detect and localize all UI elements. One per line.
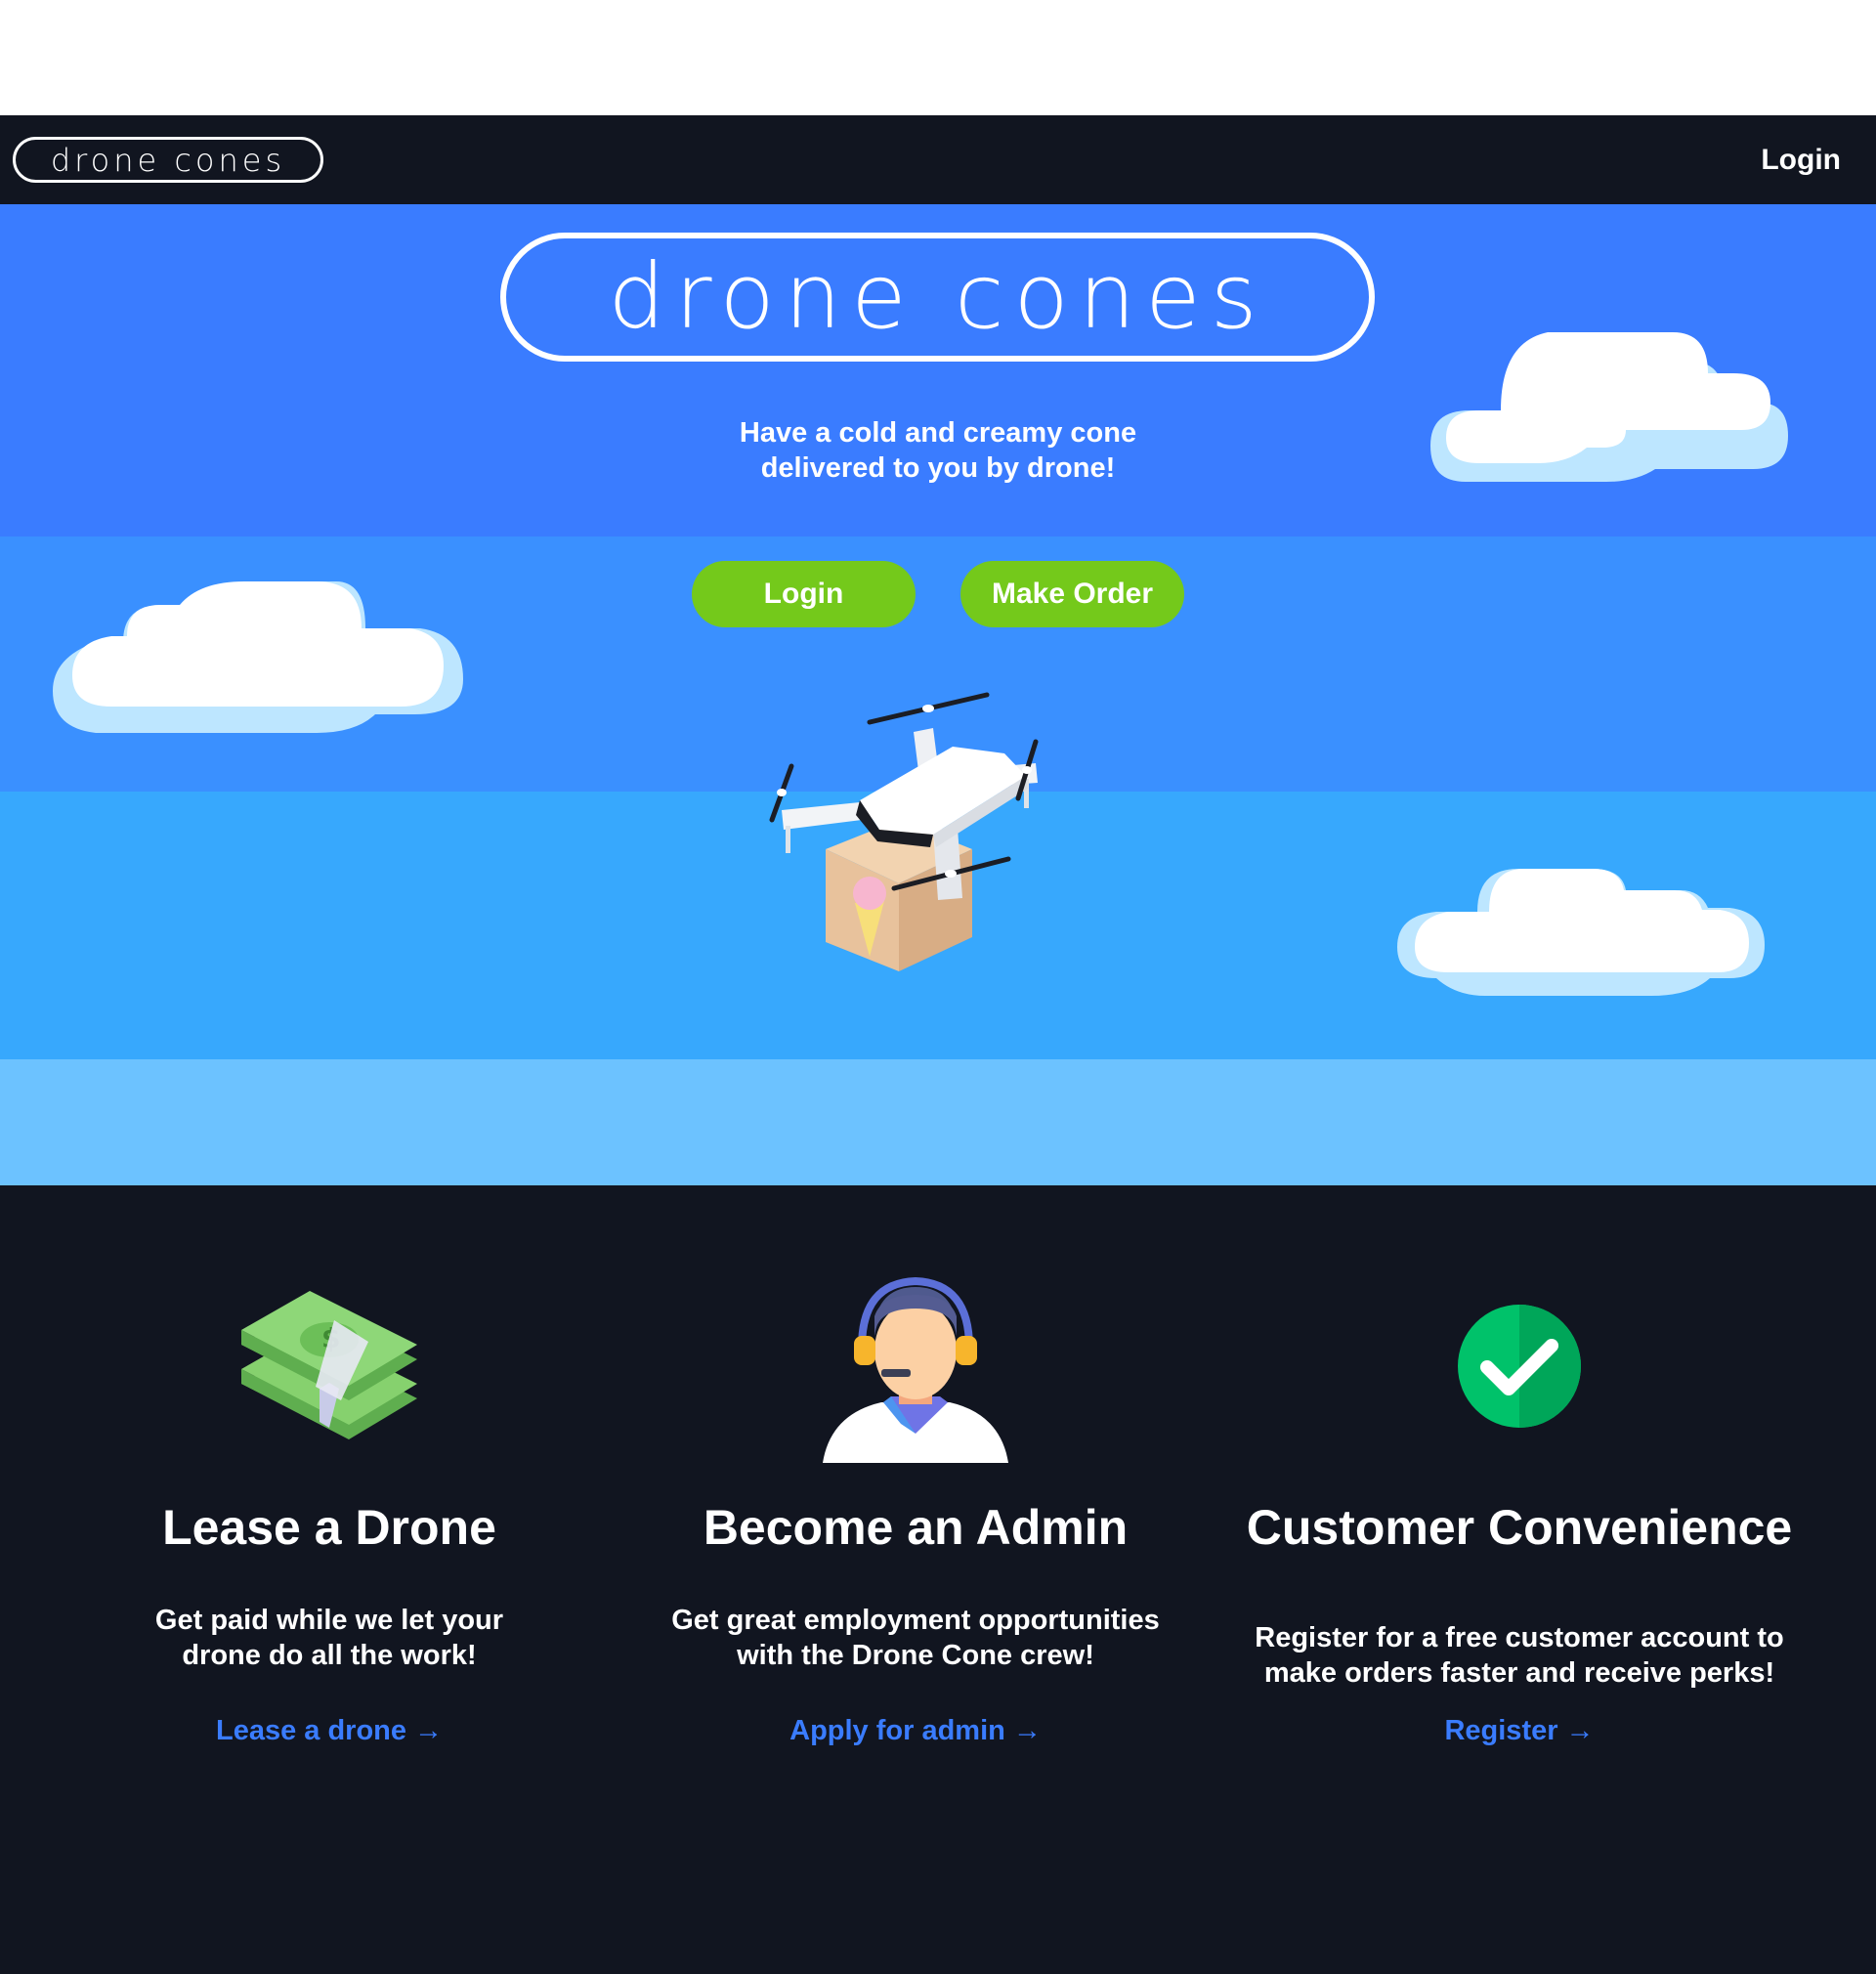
feature-customer-convenience: Customer Convenience Register for a free…	[1216, 1185, 1822, 1869]
register-link[interactable]: Register →	[1216, 1713, 1822, 1748]
arrow-right-icon: →	[1565, 1715, 1595, 1746]
drone-delivery-icon	[769, 692, 1039, 971]
hero-section: drone cones Have a cold and creamy cone …	[0, 204, 1876, 1185]
feature-title: Customer Convenience	[1246, 1500, 1793, 1555]
feature-title: Lease a Drone	[162, 1500, 496, 1555]
link-label: Lease a drone	[215, 1715, 407, 1746]
navbar-login-link[interactable]: Login	[1761, 139, 1841, 182]
cloud-icon	[1430, 332, 1788, 482]
feature-lease-drone: $ Lease a Drone Get paid while we let yo…	[26, 1185, 632, 1869]
feature-become-admin: Become an Admin Get great employment opp…	[613, 1185, 1218, 1869]
feature-description-line: make orders faster and receive perks!	[1263, 1657, 1775, 1689]
link-label: Apply for admin	[789, 1715, 1005, 1746]
apply-admin-link[interactable]: Apply for admin →	[613, 1713, 1218, 1748]
feature-description: Get paid while we let your drone do all …	[26, 1603, 632, 1673]
feature-description-line: Get paid while we let your	[154, 1605, 504, 1636]
support-agent-icon	[823, 1277, 1008, 1463]
hero-login-button[interactable]: Login	[692, 561, 916, 627]
hero-logo: drone cones	[500, 233, 1375, 362]
feature-description-line: drone do all the work!	[182, 1640, 477, 1671]
feature-description: Register for a free customer account to …	[1216, 1620, 1822, 1691]
top-navbar: drone cones Login	[0, 115, 1876, 204]
sky-band-4	[0, 1059, 1876, 1185]
make-order-button[interactable]: Make Order	[960, 561, 1184, 627]
hero-tagline: Have a cold and creamy cone delivered to…	[645, 415, 1231, 486]
link-label: Register	[1444, 1715, 1558, 1746]
tagline-line-1: Have a cold and creamy cone	[739, 417, 1137, 449]
cloud-icon	[53, 581, 463, 733]
feature-title: Become an Admin	[703, 1500, 1129, 1555]
features-section: $ Lease a Drone Get paid while we let yo…	[0, 1185, 1876, 1974]
tagline-line-2: delivered to you by drone!	[760, 452, 1116, 484]
lease-drone-link[interactable]: Lease a drone →	[26, 1713, 632, 1748]
arrow-right-icon: →	[1012, 1715, 1042, 1746]
cloud-icon	[1397, 869, 1765, 996]
money-stack-icon: $	[241, 1291, 417, 1439]
arrow-right-icon: →	[414, 1715, 444, 1746]
feature-description-line: Register for a free customer account to	[1255, 1622, 1784, 1653]
feature-description: Get great employment opportunities with …	[613, 1603, 1218, 1673]
checkmark-icon	[1458, 1305, 1581, 1428]
feature-description-line: with the Drone Cone crew!	[737, 1640, 1094, 1671]
navbar-logo[interactable]: drone cones	[13, 137, 323, 183]
feature-description-line: Get great employment opportunities	[671, 1605, 1160, 1636]
